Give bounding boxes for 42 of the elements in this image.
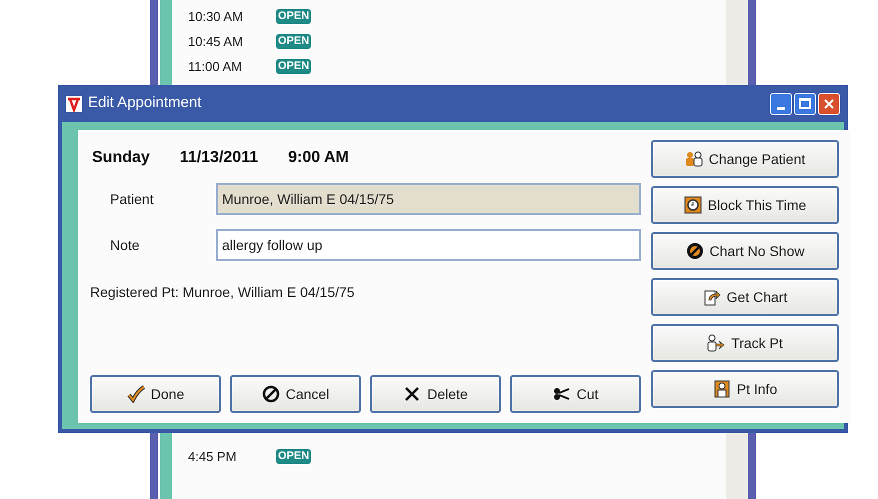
time-label: 4:45 PM (188, 448, 238, 466)
window-title: Edit Appointment (88, 93, 202, 114)
scissors-icon (552, 385, 571, 403)
dialog-button[interactable]: Cut (510, 375, 641, 413)
field-label: Patient (110, 190, 155, 208)
dialog-button[interactable]: Pt Info (651, 370, 839, 408)
dialog-button[interactable]: Done (90, 375, 221, 413)
x-icon (403, 385, 422, 403)
time-label: 9:00 AM (288, 148, 349, 168)
dialog-button[interactable]: Get Chart (651, 278, 839, 316)
dialog-button[interactable]: Chart No Show (651, 232, 839, 270)
date-label: 11/13/2011 (180, 148, 258, 168)
clock-icon (684, 196, 702, 214)
day-label: Sunday (92, 148, 150, 168)
dialog-button[interactable]: Track Pt (651, 324, 839, 362)
prohibited-icon (262, 385, 280, 403)
open-status: OPEN (276, 9, 312, 24)
time-label: 11:00 AM (188, 58, 243, 76)
minimize-button[interactable] (770, 92, 792, 114)
clipboard-arrow-icon (702, 288, 721, 306)
close-button[interactable] (818, 92, 840, 114)
app-icon (66, 96, 82, 112)
people-icon (684, 150, 703, 168)
registered-patient-text: Registered Pt: Munroe, William E 04/15/75 (90, 282, 356, 302)
patient-field[interactable]: Munroe, William E 04/15/75 (216, 183, 641, 215)
open-status: OPEN (276, 59, 312, 74)
check-icon (126, 385, 145, 403)
open-status: OPEN (276, 34, 312, 49)
dialog-button[interactable]: Change Patient (651, 140, 839, 178)
time-label: 10:30 AM (188, 8, 244, 26)
dialog-button[interactable]: Cancel (230, 375, 361, 413)
person-arrow-icon (707, 334, 726, 352)
dialog-button[interactable]: Block This Time (651, 186, 839, 224)
open-status: OPEN (276, 449, 312, 464)
dialog-button[interactable]: Delete (370, 375, 501, 413)
field-label: Note (110, 236, 141, 254)
note-field[interactable]: allergy follow up (216, 229, 641, 261)
close-icon (823, 98, 835, 110)
maximize-button[interactable] (794, 92, 816, 114)
time-label: 10:45 AM (188, 32, 244, 51)
person-card-icon (712, 380, 731, 398)
no-entry-icon (686, 242, 704, 260)
